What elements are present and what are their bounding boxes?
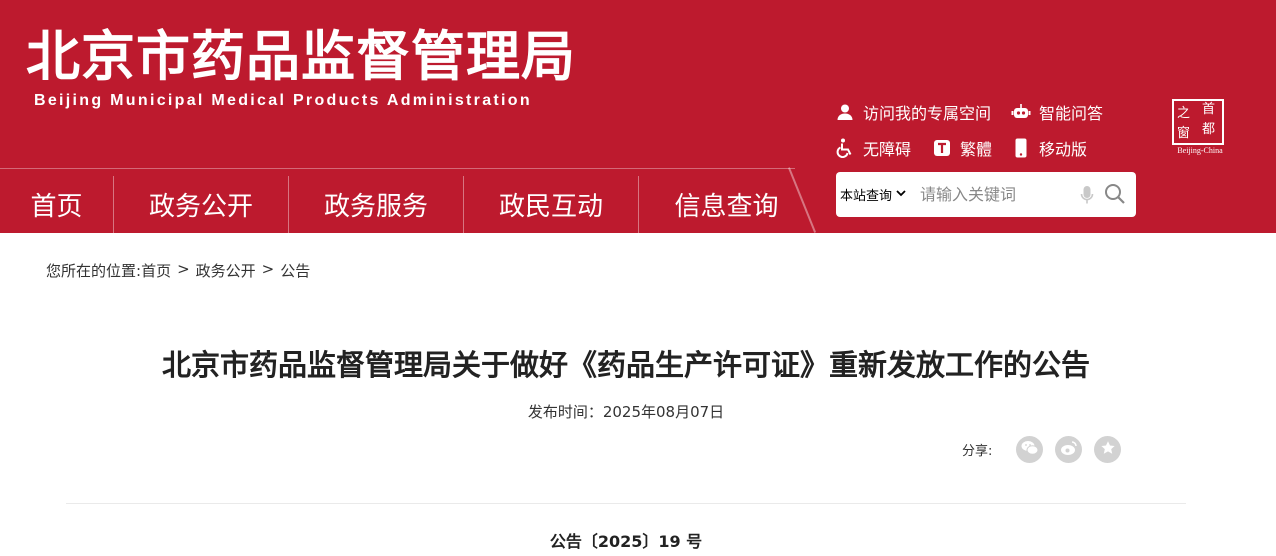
breadcrumb-item-announcement[interactable]: 公告 [280,260,310,281]
mobile-icon [1011,138,1031,158]
breadcrumb-separator: > [261,260,275,278]
search-scope-label: 本站查询 [840,189,893,204]
breadcrumb-prefix: 您所在的位置: [46,262,142,280]
badge-char: 首 [1202,102,1216,117]
traditional-chinese-label: 繁體 [960,140,993,159]
badge-caption: Beijing-China [1177,146,1223,155]
breadcrumb-item-government-affairs[interactable]: 政务公开 [196,260,256,281]
traditional-t-icon [932,138,952,158]
chevron-down-icon [896,189,906,200]
header-divider [0,168,795,169]
accessibility-link[interactable]: 无障碍 [835,136,911,160]
robot-icon [1011,102,1031,122]
search-scope-select[interactable]: 本站查询 [836,185,906,204]
search-input[interactable] [920,185,1071,204]
personal-space-link[interactable]: 访问我的专属空间 [835,100,991,124]
accessibility-label: 无障碍 [863,140,912,159]
search-box: 本站查询 [836,172,1136,217]
share-bar: 分享: [962,436,1133,463]
breadcrumb-item-home[interactable]: 首页 [141,260,171,281]
nav-item-government-affairs[interactable]: 政务公开 [114,176,289,233]
weibo-icon [1060,440,1078,460]
badge-char: 窗 [1177,126,1191,141]
nav-item-information-query[interactable]: 信息查询 [639,176,814,233]
microphone-icon[interactable] [1080,185,1094,209]
site-header: 北京市药品监督管理局 Beijing Municipal Medical Pro… [0,0,1276,233]
site-title[interactable]: 北京市药品监督管理局 [26,22,576,92]
share-label: 分享: [962,444,993,459]
smart-qa-link[interactable]: 智能问答 [1011,100,1103,124]
user-icon [835,102,855,122]
traditional-chinese-link[interactable]: 繁體 [932,136,992,160]
wechat-icon [1021,440,1039,460]
favorite-share-button[interactable] [1094,436,1122,463]
breadcrumb-separator: > [177,260,190,278]
mobile-version-label: 移动版 [1039,140,1088,159]
badge-char: 都 [1202,122,1216,137]
nav-item-home[interactable]: 首页 [0,176,114,233]
nav-item-interaction[interactable]: 政民互动 [464,176,639,233]
beijing-china-logo[interactable]: 之 首 窗 都 Beijing-China [1172,99,1228,157]
content-divider [66,503,1186,504]
smart-qa-label: 智能问答 [1039,104,1104,123]
weibo-share-button[interactable] [1055,436,1083,463]
favorite-star-icon [1100,440,1116,460]
publish-date: 发布时间：2025年08月07日 [527,403,725,421]
site-title-english: Beijing Municipal Medical Products Admin… [34,92,532,109]
breadcrumb: 您所在的位置: 首页 > 政务公开 > 公告 [46,260,310,281]
badge-char: 之 [1177,106,1191,121]
search-icon[interactable] [1104,183,1126,209]
wechat-share-button[interactable] [1016,436,1044,463]
article-title: 北京市药品监督管理局关于做好《药品生产许可证》重新发放工作的公告 [161,348,1090,382]
wheelchair-icon [835,138,855,158]
mobile-version-link[interactable]: 移动版 [1011,136,1087,160]
nav-item-government-services[interactable]: 政务服务 [289,176,464,233]
main-nav: 首页 政务公开 政务服务 政民互动 信息查询 [0,176,814,233]
document-number: 公告〔2025〕19 号 [549,532,703,551]
personal-space-label: 访问我的专属空间 [863,104,992,123]
